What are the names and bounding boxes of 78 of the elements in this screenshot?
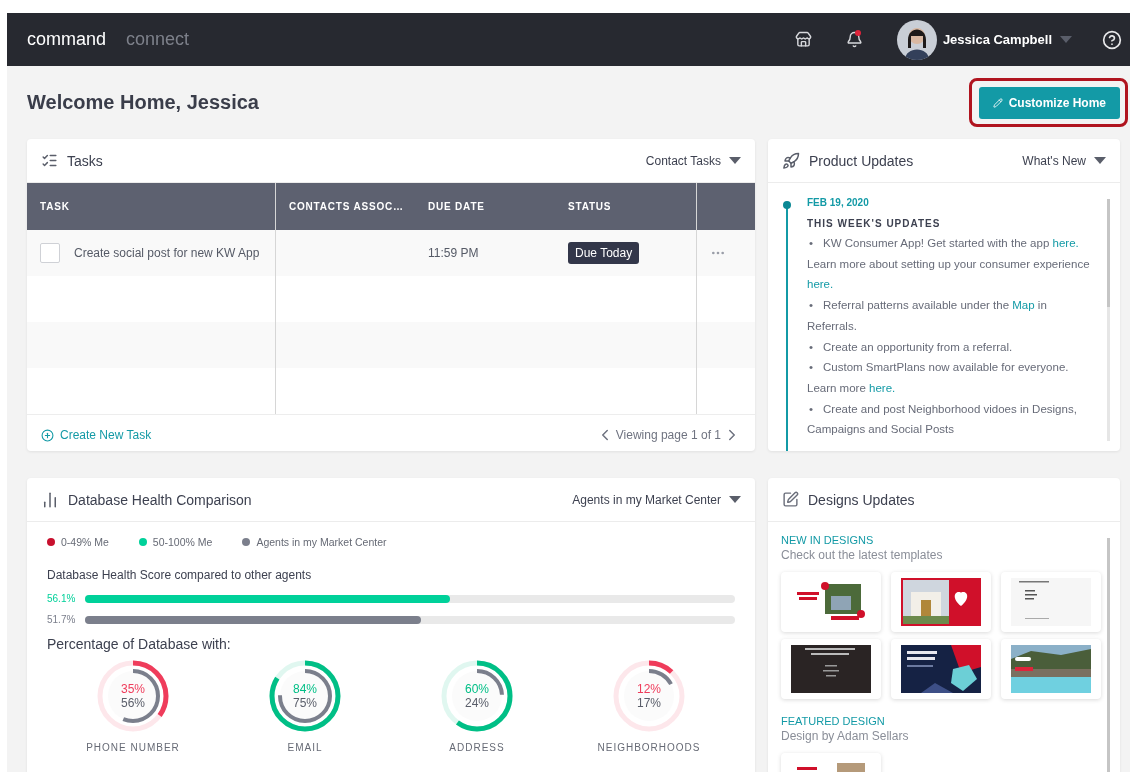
timeline-dot [783,201,791,209]
section-subtitle: Check out the latest templates [781,548,944,562]
card-title: Tasks [67,152,104,169]
page-title: Welcome Home, Jessica [27,91,259,114]
brand-name[interactable]: command [27,29,107,50]
agents-percentage: 75% [293,696,317,710]
bar-reading: 56.1% [47,593,77,604]
update-item: • Custom SmartPlans now available for everyone. Learn more here. [807,360,1070,396]
status-badge: Due Today [568,242,640,264]
legend-label: 0-49% Me [61,536,109,548]
template-thumbnail[interactable] [1001,639,1101,699]
bar-chart-icon [41,490,59,509]
gauge-label: PHONE NUMBER [86,742,180,753]
user-menu[interactable]: Jessica Campbell [896,19,1072,60]
column-header[interactable]: TASK [40,201,70,212]
pencil-icon [992,98,1003,108]
caret-icon [729,157,741,164]
update-item: • KW Consumer App! Get started with the app here. Learn more about setting up your consumer experience here. [807,236,1091,293]
store-icon[interactable] [794,31,812,48]
tasks-filter-dropdown[interactable]: Contact Tasks [645,153,741,168]
update-item: • Referral patterns available under the Map in Referrals. [807,298,1048,334]
my-percentage: 35% [121,682,145,696]
caret-icon [1094,157,1106,164]
agents-percentage: 56% [121,696,145,710]
agents-percentage: 24% [465,696,489,710]
template-thumbnail[interactable] [891,639,991,699]
update-item: • Create and post Neighborhood vidoes in Designs, Campaigns and Social Posts [807,401,1078,438]
template-thumbnail[interactable] [891,572,991,632]
legend-label: 50-100% Me [152,536,213,548]
gauges-title: Percentage of Database with: [47,636,232,652]
task-checkbox[interactable] [40,243,60,263]
legend-label: Agents in my Market Center [256,536,387,548]
my-percentage: 60% [465,682,489,696]
update-link[interactable]: Map [1012,299,1035,312]
score-title: Database Health Score compared to other agents [47,568,313,582]
bar-reading: 51.7% [47,614,77,625]
comparison-dropdown[interactable]: Agents in my Market Center [572,492,741,507]
caret-icon [729,496,741,503]
card-title: Product Updates [809,152,915,169]
section-subtitle: Design by Adam Sellars [781,729,910,743]
updates-heading: THIS WEEK'S UPDATES [807,218,942,229]
gauge-label: ADDRESS [449,742,505,753]
update-item: • Create an opportunity from a referral. [808,339,1014,355]
updates-filter-dropdown[interactable]: What's New [1022,153,1106,168]
section-name[interactable]: connect [126,29,190,50]
my-percentage: 84% [293,682,317,696]
task-list-icon [41,152,58,169]
card-title: Designs Updates [808,491,916,508]
column-header[interactable]: STATUS [568,201,612,212]
gauge-label: NEIGHBORHOODS [597,742,701,753]
due-date: 11:59 PM [428,246,479,260]
bell-icon[interactable] [845,31,863,48]
agents-percentage: 17% [637,696,661,710]
update-link[interactable]: here. [1052,237,1079,249]
avatar [896,19,937,60]
update-link[interactable]: here. [869,381,896,394]
template-thumbnail[interactable] [1001,572,1101,632]
update-date: FEB 19, 2020 [807,197,870,208]
my-percentage: 12% [637,682,661,696]
customize-home-button[interactable]: Customize Home [978,87,1120,119]
create-task-link[interactable]: Create New Task [41,428,152,442]
template-thumbnail[interactable] [781,572,881,632]
section-heading: NEW IN DESIGNS [781,534,875,546]
task-name: Create social post for new KW App [74,246,260,260]
caret-icon [1060,36,1072,43]
design-frame-icon [782,491,799,508]
page-indicator: Viewing page 1 of 1 [615,428,721,442]
column-header[interactable]: DUE DATE [428,201,485,212]
rocket-icon [782,151,800,170]
update-link[interactable]: here. [807,278,834,291]
plus-circle-icon [41,428,54,442]
card-title: Database Health Comparison [68,491,253,508]
scrollbar[interactable] [1107,199,1110,441]
gauge-label: EMAIL [287,742,323,753]
section-heading: FEATURED DESIGN [781,715,886,727]
column-header[interactable]: CONTACTS ASSOC… [289,201,404,212]
template-thumbnail[interactable] [781,639,881,699]
help-icon[interactable] [1102,29,1122,50]
